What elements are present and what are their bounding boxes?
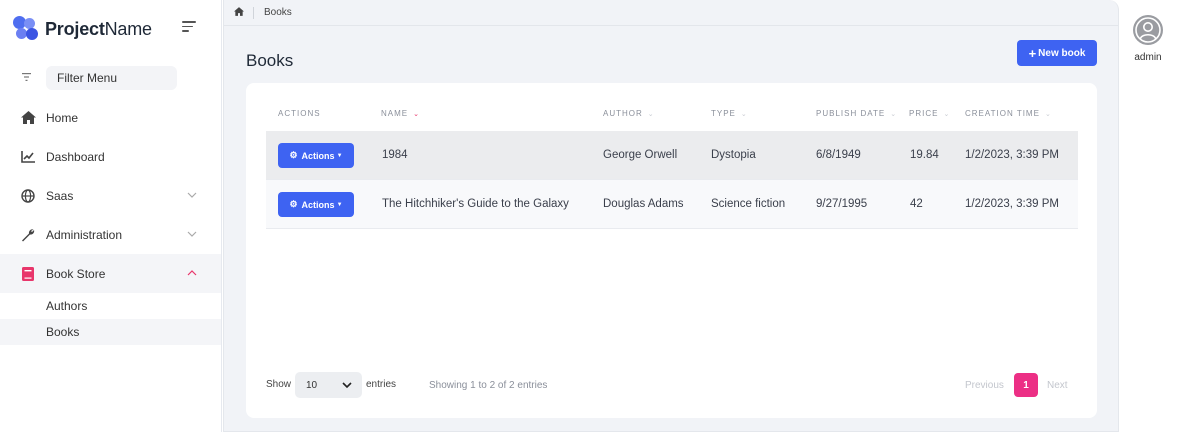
actions-dropdown-button[interactable]: ⚙ Actions ▼ xyxy=(278,143,354,168)
menu-collapse-icon[interactable] xyxy=(182,21,196,33)
showing-info: Showing 1 to 2 of 2 entries xyxy=(429,380,548,391)
cell-publish-date: 9/27/1995 xyxy=(816,198,868,210)
cell-author: George Orwell xyxy=(603,149,678,161)
cell-creation-time: 1/2/2023, 3:39 PM xyxy=(965,149,1059,161)
cell-publish-date: 6/8/1949 xyxy=(816,149,861,161)
column-header-actions: ACTIONS xyxy=(278,109,321,118)
column-header-type[interactable]: TYPE ⌄ xyxy=(711,109,748,118)
cell-type: Science fiction xyxy=(711,198,786,210)
sidebar: ProjectName Home Dashboard Saas Ad xyxy=(0,0,222,432)
chevron-up-icon xyxy=(187,270,197,276)
entries-label: entries xyxy=(366,379,397,390)
table-header: ACTIONS NAME ⌄ AUTHOR ⌄ TYPE ⌄ PUBLISH DATE… xyxy=(266,109,1078,129)
book-icon xyxy=(20,266,36,282)
breadcrumb-separator xyxy=(253,6,254,19)
books-table-card: ACTIONS NAME ⌄ AUTHOR ⌄ TYPE ⌄ PUBLISH DATE… xyxy=(246,83,1097,418)
new-book-label: New book xyxy=(1038,47,1086,59)
column-header-publish-date[interactable]: PUBLISH DATE ⌄ xyxy=(816,109,897,118)
user-name: admin xyxy=(1134,52,1162,63)
sidebar-subitem-books[interactable]: Books xyxy=(0,319,221,345)
filter-menu xyxy=(18,66,178,90)
chevron-down-icon xyxy=(187,192,197,198)
cell-price: 19.84 xyxy=(910,149,939,161)
chevron-down-icon xyxy=(187,231,197,237)
show-label: Show xyxy=(266,379,292,390)
avatar[interactable] xyxy=(1133,15,1163,45)
caret-down-icon: ▼ xyxy=(336,201,343,208)
pagination-page-1[interactable]: 1 xyxy=(1014,373,1038,397)
filter-menu-input[interactable] xyxy=(46,66,177,90)
home-icon xyxy=(20,110,36,126)
sidebar-item-saas[interactable]: Saas xyxy=(0,176,221,215)
breadcrumb-current: Books xyxy=(264,7,292,18)
sidebar-subitem-authors[interactable]: Authors xyxy=(0,293,221,319)
brand[interactable]: ProjectName xyxy=(13,15,152,43)
cell-name: 1984 xyxy=(382,149,408,161)
caret-down-icon: ▼ xyxy=(336,152,343,159)
column-header-creation-time[interactable]: CREATION TIME ⌄ xyxy=(965,109,1052,118)
cell-price: 42 xyxy=(910,198,923,210)
sort-icon: ⌄ xyxy=(1044,110,1052,118)
sidebar-item-label: Saas xyxy=(46,188,74,203)
chart-line-icon xyxy=(20,149,36,165)
new-book-button[interactable]: + New book xyxy=(1017,40,1097,66)
user-menu[interactable]: admin xyxy=(1119,0,1177,80)
column-header-author[interactable]: AUTHOR ⌄ xyxy=(603,109,655,118)
sort-icon: ⌄ xyxy=(740,110,748,118)
column-header-name[interactable]: NAME ⌄ xyxy=(381,109,420,118)
chevron-down-icon xyxy=(342,382,352,389)
sidebar-item-label: Home xyxy=(46,110,79,125)
sidebar-item-label: Book Store xyxy=(46,266,106,281)
actions-dropdown-button[interactable]: ⚙ Actions ▼ xyxy=(278,192,354,217)
cell-name: The Hitchhiker's Guide to the Galaxy xyxy=(382,198,569,210)
sidebar-item-dashboard[interactable]: Dashboard xyxy=(0,137,221,176)
brand-logo-icon xyxy=(13,16,39,42)
plus-icon: + xyxy=(1028,45,1037,61)
table-row: ⚙ Actions ▼ The Hitchhiker's Guide to th… xyxy=(266,180,1078,229)
user-icon xyxy=(1135,17,1161,43)
cell-creation-time: 1/2/2023, 3:39 PM xyxy=(965,198,1059,210)
brand-name: ProjectName xyxy=(45,18,152,39)
gear-icon: ⚙ xyxy=(289,150,298,160)
page-size-select[interactable]: 10 xyxy=(295,372,362,398)
sidebar-item-home[interactable]: Home xyxy=(0,98,221,137)
column-header-price[interactable]: PRICE ⌄ xyxy=(909,109,950,118)
sort-desc-icon: ⌄ xyxy=(413,110,420,118)
sidebar-item-label: Administration xyxy=(46,227,123,242)
sort-icon: ⌄ xyxy=(890,110,898,118)
globe-icon xyxy=(20,188,36,204)
wrench-icon xyxy=(20,227,36,243)
pagination-next[interactable]: Next xyxy=(1047,380,1068,391)
home-icon[interactable] xyxy=(234,6,244,19)
gear-icon: ⚙ xyxy=(289,199,298,209)
breadcrumb: Books xyxy=(224,0,1118,26)
pagination-previous[interactable]: Previous xyxy=(965,380,1004,391)
sidebar-item-book-store[interactable]: Book Store xyxy=(0,254,221,293)
main-content: Books Books + New book ACTIONS NAME ⌄ AUT… xyxy=(223,0,1119,432)
table-footer: Show 10 entries Showing 1 to 2 of 2 entr… xyxy=(266,372,1078,398)
cell-type: Dystopia xyxy=(711,149,756,161)
filter-icon xyxy=(18,72,34,84)
page-title: Books xyxy=(246,51,294,70)
sidebar-item-administration[interactable]: Administration xyxy=(0,215,221,254)
table-row: ⚙ Actions ▼ 1984 George Orwell Dystopia … xyxy=(266,131,1078,180)
sidebar-item-label: Dashboard xyxy=(46,149,105,164)
cell-author: Douglas Adams xyxy=(603,198,684,210)
sort-icon: ⌄ xyxy=(647,110,655,118)
sort-icon: ⌄ xyxy=(943,110,951,118)
